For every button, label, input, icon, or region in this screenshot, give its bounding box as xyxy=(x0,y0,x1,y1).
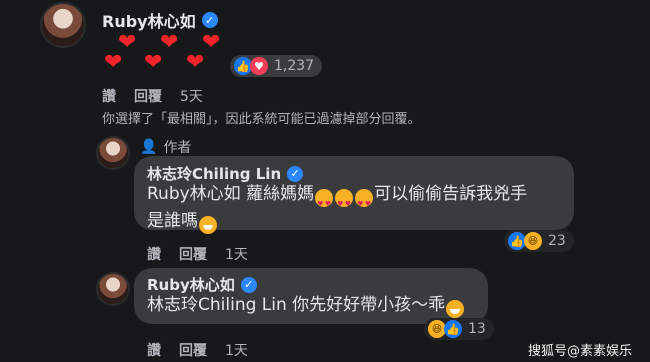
heart-icon: ❤ xyxy=(160,30,179,55)
grin-emoji-icon: e xyxy=(446,300,465,318)
grin-emoji-icon: e xyxy=(199,216,217,234)
chiling-avatar[interactable] xyxy=(96,136,130,170)
reply-text-line1b: 可以偷偷告訴我兇手 xyxy=(374,184,528,204)
haha-reaction-icon: 😆 xyxy=(524,232,542,250)
reply-actions: 讚 回覆 1天 xyxy=(147,244,248,264)
reaction-count: 1,237 xyxy=(274,58,315,74)
ruby-avatar[interactable] xyxy=(40,2,86,48)
author-label: 👤 作者 xyxy=(140,137,191,157)
author-person-icon: 👤 xyxy=(140,139,158,155)
timestamp[interactable]: 5天 xyxy=(180,86,203,106)
reply-actions: 讚 回覆 1天 xyxy=(147,340,248,360)
verified-icon: ✓ xyxy=(201,12,218,28)
heart-icon: ❤ xyxy=(104,50,123,75)
reply-text: Ruby林心如 蘿絲媽媽eee可以偷偷告訴我兇手 是誰嗎e xyxy=(147,181,567,235)
like-button[interactable]: 讚 xyxy=(102,86,116,106)
heart-eyes-emoji-icon: e xyxy=(335,189,354,218)
like-reaction-icon: 👍 xyxy=(444,320,462,338)
reply-button[interactable]: 回覆 xyxy=(179,244,207,264)
like-button[interactable]: 讚 xyxy=(147,244,161,264)
filter-note: 你選擇了「最相關」，因此系統可能已過濾掉部分回覆。 xyxy=(102,112,421,127)
like-button[interactable]: 讚 xyxy=(147,340,161,360)
reply-reaction-summary[interactable]: 👍 😆 23 xyxy=(504,230,574,252)
comment-actions: 讚 回覆 5天 xyxy=(102,86,203,106)
reply-text-body: 林志玲Chiling Lin 你先好好帶小孩～乖 xyxy=(147,295,446,315)
reply-text: 林志玲Chiling Lin 你先好好帶小孩～乖e xyxy=(147,292,487,319)
reply-button[interactable]: 回覆 xyxy=(179,340,207,360)
heart-eyes-emoji-icon: e xyxy=(315,189,334,218)
timestamp[interactable]: 1天 xyxy=(225,340,248,360)
ruby-avatar[interactable] xyxy=(96,272,130,306)
author-badge: 作者 xyxy=(163,140,192,156)
watermark: 搜狐号@素素娱乐 xyxy=(528,344,633,359)
timestamp[interactable]: 1天 xyxy=(225,244,248,264)
comment-author[interactable]: Ruby林心如 ✓ xyxy=(102,8,218,32)
verified-icon: ✓ xyxy=(240,276,257,293)
reply-reaction-summary[interactable]: 😆 👍 13 xyxy=(424,318,494,340)
comment-author-name[interactable]: Ruby林心如 xyxy=(102,8,196,32)
reaction-count: 23 xyxy=(548,233,566,249)
reply-button[interactable]: 回覆 xyxy=(134,86,162,106)
verified-icon: ✓ xyxy=(287,165,304,182)
heart-eyes-emoji-icon: e xyxy=(355,189,374,218)
reaction-summary[interactable]: 👍 ♥ 1,237 xyxy=(230,55,323,77)
reaction-count: 13 xyxy=(468,321,486,337)
heart-icon: ❤ xyxy=(186,50,205,75)
reply-text-line1a: Ruby林心如 蘿絲媽媽 xyxy=(147,184,315,204)
love-reaction-icon: ♥ xyxy=(250,57,268,75)
heart-icon: ❤ xyxy=(144,50,163,75)
reply-text-line2: 是誰嗎 xyxy=(147,211,198,231)
heart-icon: ❤ xyxy=(202,30,221,55)
